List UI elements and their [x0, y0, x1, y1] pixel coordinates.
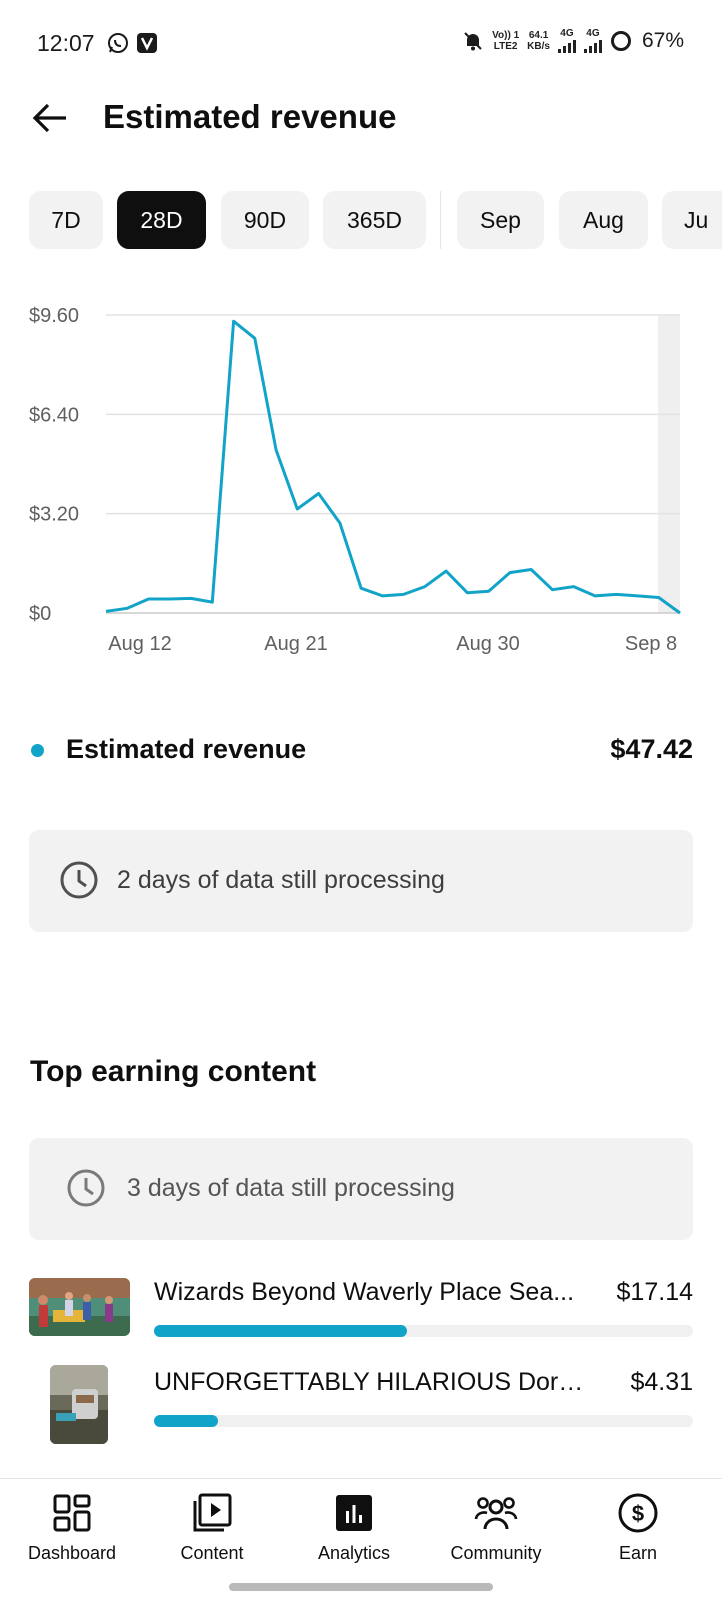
status-right: Vo)) 1 LTE2 64.1 KB/s 4G 4G 67% — [462, 28, 684, 53]
content-row[interactable]: Wizards Beyond Waverly Place Sea... $17.… — [29, 1278, 693, 1358]
chip-aug[interactable]: Aug — [559, 191, 648, 249]
y-tick-label: $3.20 — [29, 504, 79, 526]
content-processing-notice: 3 days of data still processing — [29, 1138, 693, 1240]
bottom-nav: Dashboard Content Analytics Community $ … — [0, 1478, 722, 1600]
processing-notice-text: 2 days of data still processing — [117, 866, 445, 894]
chip-divider — [440, 191, 441, 249]
mute-bell-icon — [464, 31, 482, 50]
processing-notice: 2 days of data still processing — [29, 830, 693, 932]
y-tick-label: $9.60 — [29, 305, 79, 327]
nav-label: Community — [450, 1543, 542, 1563]
video-thumbnail — [50, 1365, 108, 1444]
summary-label: Estimated revenue — [66, 734, 307, 764]
chip-28d[interactable]: 28D — [117, 191, 206, 249]
nav-label: Earn — [618, 1543, 658, 1563]
chip-365d[interactable]: 365D — [323, 191, 426, 249]
chip-jul[interactable]: Ju — [662, 191, 722, 249]
content-processing-text: 3 days of data still processing — [127, 1174, 455, 1202]
chip-sep[interactable]: Sep — [457, 191, 544, 249]
signal-bars-icon — [583, 39, 602, 53]
nav-earn[interactable]: $ Earn — [566, 1479, 710, 1579]
revenue-share-track — [154, 1325, 693, 1337]
status-bar: 12:07 Vo)) 1 LTE2 64.1 KB/s 4G 4G 67% — [0, 0, 722, 86]
signal-1: 4G — [557, 28, 576, 53]
thumbnail-image — [50, 1365, 108, 1444]
nav-dashboard[interactable]: Dashboard — [0, 1479, 144, 1579]
processing-band — [658, 315, 680, 613]
page-title: Estimated revenue — [103, 98, 397, 135]
vpn-app-icon — [137, 33, 157, 53]
back-arrow-icon[interactable] — [30, 98, 70, 138]
content-title: Wizards Beyond Waverly Place Sea... — [154, 1278, 575, 1306]
nav-label: Analytics — [317, 1543, 391, 1563]
section-title: Top earning content — [30, 1055, 317, 1088]
revenue-share-bar — [154, 1325, 407, 1337]
thumbnail-image — [29, 1278, 130, 1336]
header: Estimated revenue — [0, 90, 722, 150]
net-speed-value: 64.1 — [528, 29, 549, 41]
period-chips: 7D 28D 90D 365D Sep Aug Ju — [29, 191, 722, 249]
revenue-share-bar — [154, 1415, 218, 1427]
x-tick-label: Sep 8 — [625, 633, 677, 655]
battery-percent: 67% — [641, 28, 684, 52]
clock-icon — [67, 1169, 105, 1207]
nav-community[interactable]: Community — [424, 1479, 568, 1579]
clock-icon — [60, 861, 98, 899]
content-revenue: $4.31 — [630, 1368, 693, 1396]
revenue-summary: Estimated revenue $47.42 — [29, 730, 693, 770]
content-revenue: $17.14 — [616, 1278, 693, 1306]
net1-label: 4G — [560, 28, 574, 39]
revenue-line-chart: $9.60 $6.40 $3.20 $0 Aug 12 Aug 21 Aug 30 Sep 8 — [29, 305, 681, 655]
net2-label: 4G — [586, 28, 600, 39]
x-tick-label: Aug 30 — [456, 633, 519, 655]
signal-bars-icon — [557, 39, 576, 53]
community-icon — [474, 1497, 518, 1530]
whatsapp-icon — [108, 33, 128, 53]
content-icon — [193, 1493, 232, 1532]
legend-dot — [31, 744, 44, 757]
revenue-chart: $9.60 $6.40 $3.20 $0 Aug 12 Aug 21 Aug 30 Sep 8 — [0, 300, 722, 680]
net-speed: 64.1 KB/s — [527, 30, 550, 52]
home-indicator[interactable] — [229, 1583, 493, 1591]
content-title: UNFORGETTABLY HILARIOUS Dort ... — [154, 1368, 584, 1396]
summary-value: $47.42 — [610, 734, 693, 764]
content-row[interactable]: UNFORGETTABLY HILARIOUS Dort ... $4.31 — [29, 1365, 693, 1448]
revenue-share-track — [154, 1415, 693, 1427]
analytics-icon — [336, 1495, 372, 1531]
y-tick-label: $6.40 — [29, 404, 79, 426]
chip-7d[interactable]: 7D — [29, 191, 103, 249]
volte-indicator: Vo)) 1 LTE2 — [492, 30, 519, 52]
dashboard-icon — [53, 1494, 91, 1532]
net-speed-unit: KB/s — [527, 40, 550, 52]
y-tick-label: $0 — [29, 603, 51, 625]
nav-label: Content — [180, 1543, 244, 1563]
svg-text:$: $ — [632, 1501, 644, 1526]
nav-analytics[interactable]: Analytics — [282, 1479, 426, 1579]
nav-label: Dashboard — [27, 1543, 117, 1563]
lte-label: LTE2 — [493, 40, 518, 52]
nav-content[interactable]: Content — [140, 1479, 284, 1579]
x-tick-label: Aug 12 — [108, 633, 171, 655]
signal-2: 4G — [583, 28, 602, 53]
status-time: 12:07 — [37, 30, 95, 56]
revenue-series-line — [105, 319, 681, 615]
chip-90d[interactable]: 90D — [221, 191, 309, 249]
x-tick-label: Aug 21 — [264, 633, 327, 655]
battery-ring-icon — [610, 30, 631, 51]
earn-icon: $ — [618, 1493, 658, 1533]
volte-label: Vo)) 1 — [492, 29, 520, 41]
video-thumbnail — [29, 1278, 130, 1336]
